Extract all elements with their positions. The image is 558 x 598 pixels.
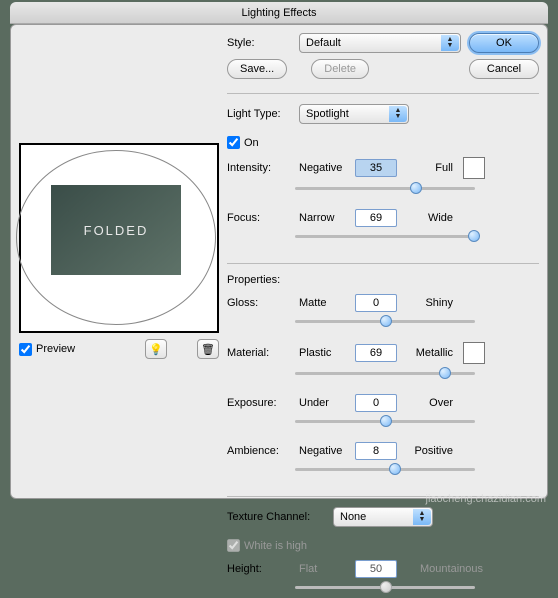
style-label: Style: <box>227 37 293 49</box>
texture-select[interactable]: None ▲▼ <box>333 507 433 527</box>
whitehigh-label: White is high <box>244 540 307 552</box>
gloss-label: Gloss: <box>227 297 293 309</box>
focus-block: Focus: Narrow Wide <box>227 209 539 247</box>
cancel-button[interactable]: Cancel <box>469 59 539 79</box>
gloss-block: Gloss: Matte Shiny <box>227 294 539 332</box>
light-color-swatch[interactable] <box>463 157 485 179</box>
gloss-left: Matte <box>299 297 349 309</box>
on-check-input[interactable] <box>227 136 240 149</box>
preview-check-label: Preview <box>36 343 75 355</box>
preview-column: FOLDED Preview 💡 🗑 <box>19 33 219 490</box>
divider <box>227 263 539 264</box>
save-button[interactable]: Save... <box>227 59 287 79</box>
on-label: On <box>244 137 259 149</box>
gloss-right: Shiny <box>403 297 453 309</box>
titlebar: Lighting Effects <box>10 2 548 24</box>
exposure-slider[interactable] <box>295 414 475 428</box>
exposure-left: Under <box>299 397 349 409</box>
ambience-block: Ambience: Negative Positive <box>227 442 539 480</box>
material-slider[interactable] <box>295 366 475 380</box>
texture-label: Texture Channel: <box>227 511 327 523</box>
intensity-left: Negative <box>299 162 349 174</box>
focus-right: Wide <box>403 212 453 224</box>
preview-image: FOLDED <box>51 185 181 275</box>
ok-button[interactable]: OK <box>469 33 539 53</box>
exposure-input[interactable] <box>355 394 397 412</box>
watermark: jiaocheng.chazidian.com <box>426 493 546 505</box>
exposure-right: Over <box>403 397 453 409</box>
texture-value: None <box>340 511 366 523</box>
preview-check-input[interactable] <box>19 343 32 356</box>
lightbulb-icon[interactable]: 💡 <box>145 339 167 359</box>
trash-icon[interactable]: 🗑 <box>197 339 219 359</box>
height-block: Height: Flat Mountainous <box>227 560 539 598</box>
focus-label: Focus: <box>227 212 293 224</box>
style-select[interactable]: Default ▲▼ <box>299 33 461 53</box>
intensity-block: Intensity: Negative Full <box>227 157 539 199</box>
preview-checkbox[interactable]: Preview <box>19 343 75 356</box>
focus-slider[interactable] <box>295 229 475 243</box>
ambience-input[interactable] <box>355 442 397 460</box>
controls-column: Style: Default ▲▼ Save... Delete OK Canc… <box>227 33 539 490</box>
focus-left: Narrow <box>299 212 349 224</box>
height-label: Height: <box>227 563 293 575</box>
lighttype-value: Spotlight <box>306 108 349 120</box>
chevron-down-icon: ▲▼ <box>413 509 431 525</box>
ambience-slider[interactable] <box>295 462 475 476</box>
lighttype-label: Light Type: <box>227 108 293 120</box>
material-label: Material: <box>227 347 293 359</box>
height-slider <box>295 580 475 594</box>
exposure-block: Exposure: Under Over <box>227 394 539 432</box>
style-value: Default <box>306 37 341 49</box>
divider <box>227 93 539 94</box>
whitehigh-input <box>227 539 240 552</box>
on-checkbox[interactable]: On <box>227 136 539 149</box>
chevron-down-icon: ▲▼ <box>389 106 407 122</box>
dialog: FOLDED Preview 💡 🗑 Style: Default ▲▼ <box>10 24 548 499</box>
intensity-right: Full <box>403 162 453 174</box>
intensity-slider[interactable] <box>295 181 475 195</box>
intensity-label: Intensity: <box>227 162 293 174</box>
gloss-slider[interactable] <box>295 314 475 328</box>
ambience-left: Negative <box>299 445 349 457</box>
material-left: Plastic <box>299 347 349 359</box>
intensity-input[interactable] <box>355 159 397 177</box>
preview-box[interactable]: FOLDED <box>19 143 219 333</box>
material-right: Metallic <box>403 347 453 359</box>
ambience-label: Ambience: <box>227 445 293 457</box>
exposure-label: Exposure: <box>227 397 293 409</box>
ambient-color-swatch[interactable] <box>463 342 485 364</box>
gloss-input[interactable] <box>355 294 397 312</box>
delete-button: Delete <box>311 59 369 79</box>
ambience-right: Positive <box>403 445 453 457</box>
height-left: Flat <box>299 563 349 575</box>
focus-input[interactable] <box>355 209 397 227</box>
material-block: Material: Plastic Metallic <box>227 342 539 384</box>
whitehigh-checkbox: White is high <box>227 539 539 552</box>
material-input[interactable] <box>355 344 397 362</box>
height-right: Mountainous <box>403 563 483 575</box>
properties-label: Properties: <box>227 274 539 286</box>
lighttype-select[interactable]: Spotlight ▲▼ <box>299 104 409 124</box>
height-input <box>355 560 397 578</box>
chevron-down-icon: ▲▼ <box>441 35 459 51</box>
